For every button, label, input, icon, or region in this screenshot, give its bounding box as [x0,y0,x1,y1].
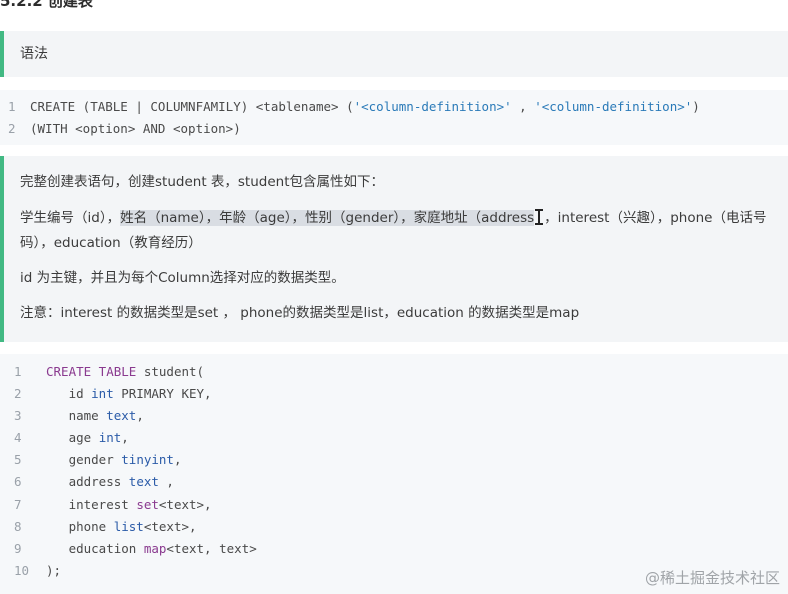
code-line: 1 CREATE (TABLE | COLUMNFAMILY) <tablenam… [0,96,788,118]
code-token: list [113,518,144,534]
line-number: 6 [14,474,22,490]
code-line: 4 age int, [0,427,788,449]
line-number: 8 [14,518,22,534]
watermark: @稀土掘金技术社区 [644,569,780,587]
code-text: CREATE (TABLE | COLUMNFAMILY) <tablename… [30,96,700,118]
code-text: phone list<text>, [46,516,197,538]
code-token: text [128,474,159,490]
code-token: , [121,430,129,446]
task-note: 注意：interest 的数据类型是set ， phone的数据类型是list，… [20,305,580,321]
code-token: <text>, [158,496,212,512]
code-text: gender tinyint, [46,449,182,471]
create-table-code-block: 1 CREATE TABLE student(2 id int PRIMARY K… [0,354,788,594]
line-number: 2 [8,121,16,136]
code-token: student( [136,364,205,379]
code-token: , [158,474,174,490]
code-token: address [46,474,129,490]
line-number: 5 [14,452,22,468]
code-token: ) [692,99,700,114]
code-text: education map<text, text> [46,538,257,560]
code-line: 8 phone list<text>, [0,516,788,538]
code-token: int [98,430,122,446]
code-token: map [143,540,167,556]
text-cursor-icon [535,209,544,225]
code-token: age [46,430,99,446]
line-number: 3 [14,408,22,424]
code-text: (WITH <option> AND <option>) [30,118,241,140]
code-line: 7 interest set<text>, [0,494,788,516]
attributes-lead: 学生编号（id）， [20,210,121,226]
code-token: text [106,408,137,424]
code-line: 6 address text , [0,471,788,493]
code-token: id [46,386,92,402]
line-number: 2 [14,386,22,402]
syntax-tip: 语法 [0,31,788,77]
code-token: interest [46,496,137,512]
line-number: 9 [14,540,22,556]
selected-text[interactable]: 姓名（name），年龄（age），性别（gender），家庭地址（address [120,210,535,226]
code-line: 2 id int PRIMARY KEY, [0,383,788,405]
code-line: 5 gender tinyint, [0,449,788,471]
code-token: , [136,408,144,424]
code-token: CREATE (TABLE | COLUMNFAMILY) <tablename… [30,99,354,114]
line-number: 7 [14,496,22,512]
code-line: 1 CREATE TABLE student( [0,361,788,383]
code-token: gender [46,452,122,468]
code-token: name [46,408,107,424]
code-token: '<column-definition>' [353,99,512,114]
section-heading: 5.2.2 创建表 [0,0,93,10]
code-token: set [136,496,159,512]
code-token: int [91,386,114,402]
code-token: tinyint [121,452,174,468]
code-token: '<column-definition>' [534,99,693,114]
line-number: 1 [8,99,16,114]
code-text: id int PRIMARY KEY, [46,383,212,405]
task-tip: 完整创建表语句，创建student 表，student包含属性如下： 学生编号（… [0,156,788,342]
code-token: phone [46,518,114,534]
syntax-label: 语法 [20,46,48,62]
task-intro: 完整创建表语句，创建student 表，student包含属性如下： [20,174,385,190]
code-text: age int, [46,427,129,449]
code-text: ); [46,560,61,582]
syntax-code-block: 1 CREATE (TABLE | COLUMNFAMILY) <tablenam… [0,90,788,145]
task-primary-key: id 为主键，并且为每个Column选择对应的数据类型。 [20,270,345,286]
line-number: 4 [14,430,22,446]
code-token: <text>, [143,518,197,534]
code-token: education [46,540,144,556]
code-token: PRIMARY KEY, [113,386,212,402]
code-token: (WITH <option> AND <option>) [30,121,241,136]
code-line: 3 name text, [0,405,788,427]
line-number: 1 [14,364,22,379]
code-line: 2 (WITH <option> AND <option>) [0,118,788,140]
code-text: CREATE TABLE student( [46,361,204,383]
code-token: ); [46,562,62,578]
code-token: <text, text> [166,540,257,556]
line-number: 10 [14,562,30,578]
code-token: CREATE TABLE [46,364,137,379]
code-token: , [511,99,535,114]
code-line: 9 education map<text, text> [0,538,788,560]
code-text: interest set<text>, [46,494,212,516]
code-text: address text , [46,471,174,493]
task-attributes: 学生编号（id），姓名（name），年龄（age），性别（gender），家庭地… [20,206,768,256]
code-token: , [173,452,182,468]
code-text: name text, [46,405,144,427]
